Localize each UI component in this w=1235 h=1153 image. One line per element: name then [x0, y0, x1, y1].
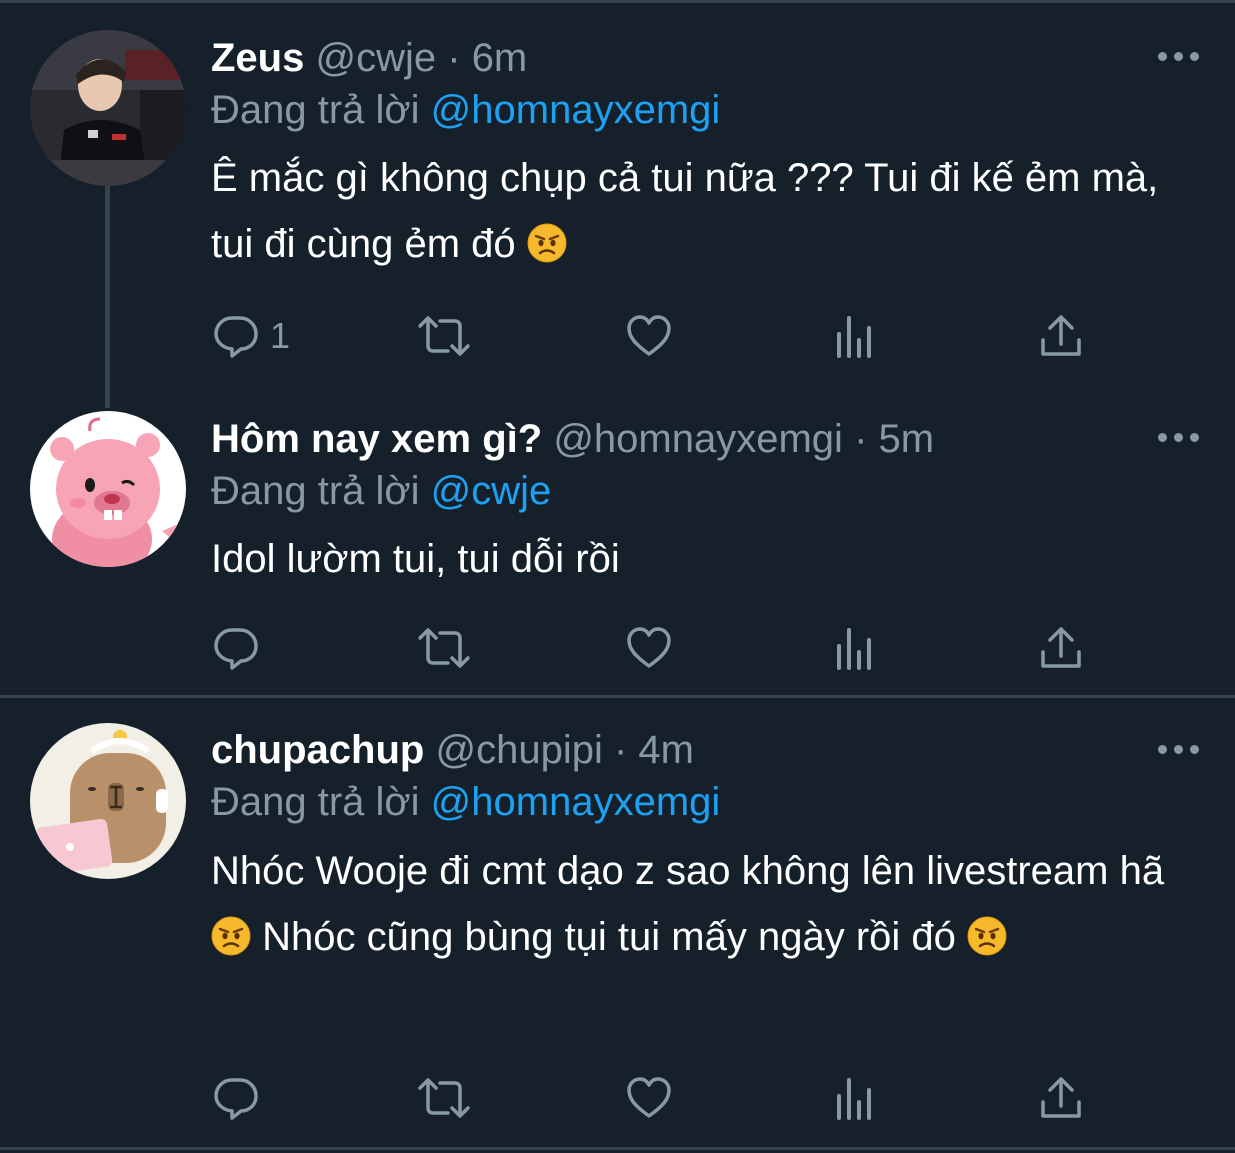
- replying-to: Đang trả lời @cwje: [211, 467, 551, 515]
- tweet-text: Idol lườm tui, tui dỗi rồi: [211, 526, 1211, 592]
- timestamp[interactable]: 5m: [879, 417, 935, 461]
- analytics-button[interactable]: [834, 1070, 878, 1126]
- tweet-header: Zeus @cwje · 6m: [211, 34, 527, 82]
- reply-icon: [214, 628, 258, 670]
- angry-face-emoji: [211, 916, 251, 956]
- tweet-header: Hôm nay xem gì? @homnayxemgi · 5m: [211, 415, 934, 463]
- like-button[interactable]: [625, 308, 673, 364]
- reply-button[interactable]: [212, 1070, 270, 1126]
- angry-face-emoji: [967, 916, 1007, 956]
- reply-button[interactable]: [212, 620, 270, 676]
- tweet-text-part: Idol lườm tui, tui dỗi rồi: [211, 537, 620, 581]
- analytics-icon: [837, 628, 871, 670]
- analytics-button[interactable]: [834, 620, 878, 676]
- more-icon[interactable]: [1158, 431, 1200, 443]
- reply-icon: [214, 1078, 258, 1120]
- like-button[interactable]: [625, 1070, 673, 1126]
- tweet-text: Nhóc Wooje đi cmt dạo z sao không lên li…: [211, 838, 1211, 970]
- retweet-icon: [418, 628, 470, 668]
- replying-prefix: Đang trả lời: [211, 88, 420, 132]
- reply-button[interactable]: 1: [212, 308, 290, 364]
- mention-link[interactable]: @cwje: [431, 469, 552, 513]
- angry-face-emoji: [527, 223, 567, 263]
- share-icon: [1041, 1077, 1081, 1118]
- share-button[interactable]: [1038, 1070, 1084, 1126]
- analytics-icon: [837, 1078, 871, 1120]
- replying-to: Đang trả lời @homnayxemgi: [211, 86, 720, 134]
- retweet-icon: [418, 1078, 470, 1118]
- replying-prefix: Đang trả lời: [211, 469, 420, 513]
- separator-dot: ·: [854, 417, 868, 461]
- display-name[interactable]: Hôm nay xem gì?: [211, 417, 542, 461]
- retweet-icon: [418, 316, 470, 356]
- tweet-text-part: Nhóc cũng bùng tụi tui mấy ngày rồi đó: [262, 915, 956, 959]
- separator-dot: ·: [613, 728, 628, 772]
- share-button[interactable]: [1038, 620, 1084, 676]
- tweet-text-part: Nhóc Wooje đi cmt dạo z sao không lên li…: [211, 849, 1165, 893]
- share-icon: [1041, 315, 1081, 356]
- reply-count: 1: [270, 315, 291, 356]
- avatar[interactable]: [30, 411, 186, 567]
- replying-prefix: Đang trả lời: [211, 780, 420, 824]
- tweet-homnayxemgi[interactable]: Hôm nay xem gì? @homnayxemgi · 5m Đang t…: [0, 390, 1235, 696]
- display-name[interactable]: Zeus: [211, 36, 304, 80]
- like-icon: [627, 627, 671, 668]
- tweet-divider: [0, 1147, 1235, 1150]
- tweet-header: chupachup @chupipi · 4m: [211, 726, 694, 774]
- more-icon[interactable]: [1158, 50, 1200, 62]
- like-icon: [627, 315, 671, 356]
- timestamp[interactable]: 4m: [638, 728, 694, 772]
- timestamp[interactable]: 6m: [472, 36, 528, 80]
- analytics-icon: [837, 316, 871, 358]
- mention-link[interactable]: @homnayxemgi: [431, 88, 721, 132]
- tweet-text-part: Ê mắc gì không chụp cả tui nữa ??? Tui đ…: [211, 156, 1159, 266]
- like-button[interactable]: [625, 620, 673, 676]
- avatar[interactable]: [30, 30, 186, 186]
- tweet-actions: 1: [0, 308, 1235, 364]
- analytics-button[interactable]: [834, 308, 878, 364]
- user-handle[interactable]: @cwje: [315, 36, 436, 80]
- mention-link[interactable]: @homnayxemgi: [431, 780, 721, 824]
- retweet-button[interactable]: [416, 620, 472, 676]
- separator-dot: ·: [447, 36, 461, 80]
- replying-to: Đang trả lời @homnayxemgi: [211, 778, 720, 826]
- thread-connector: [105, 186, 110, 408]
- share-button[interactable]: [1038, 308, 1084, 364]
- reply-icon: [214, 316, 258, 358]
- retweet-button[interactable]: [416, 1070, 472, 1126]
- tweet-actions: [0, 1070, 1235, 1126]
- tweet-actions: [0, 620, 1235, 676]
- avatar[interactable]: [30, 723, 186, 879]
- more-icon[interactable]: [1158, 743, 1200, 755]
- share-icon: [1041, 627, 1081, 668]
- tweet-chupachup[interactable]: chupachup @chupipi · 4m Đang trả lời @ho…: [0, 698, 1235, 1148]
- like-icon: [627, 1077, 671, 1118]
- user-handle[interactable]: @chupipi: [435, 728, 602, 772]
- display-name[interactable]: chupachup: [211, 728, 424, 772]
- retweet-button[interactable]: [416, 308, 472, 364]
- tweet-text: Ê mắc gì không chụp cả tui nữa ??? Tui đ…: [211, 145, 1181, 277]
- tweet-zeus[interactable]: Zeus @cwje · 6m Đang trả lời @homnayxemg…: [0, 0, 1235, 408]
- user-handle[interactable]: @homnayxemgi: [553, 417, 843, 461]
